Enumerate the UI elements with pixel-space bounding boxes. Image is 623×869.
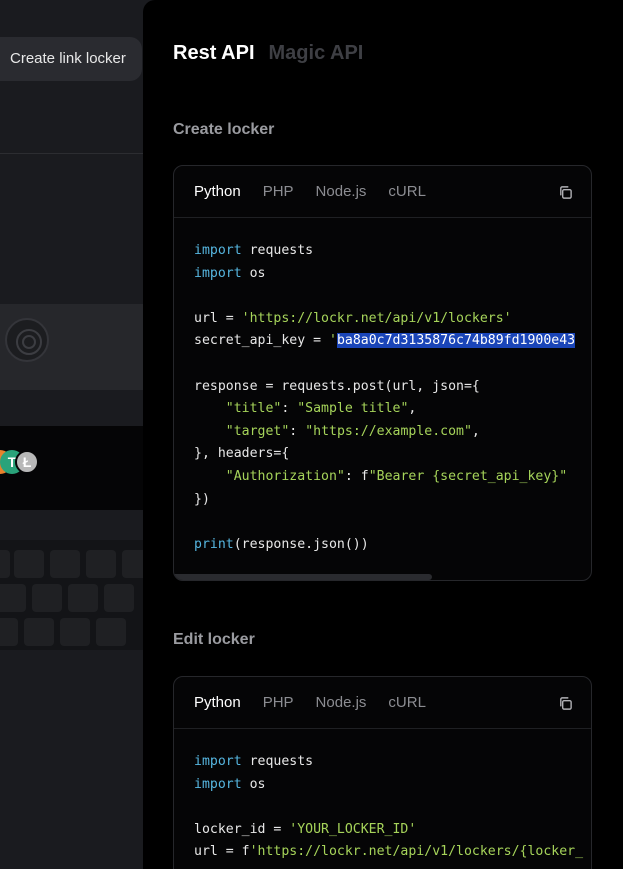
tab-curl[interactable]: cURL — [388, 183, 426, 200]
language-tabs: Python PHP Node.js cURL — [174, 166, 591, 218]
section-title-edit-locker: Edit locker — [173, 631, 255, 648]
tab-php[interactable]: PHP — [263, 694, 294, 711]
tab-rest-api[interactable]: Rest API — [173, 42, 255, 65]
copy-icon[interactable] — [558, 696, 573, 711]
create-link-locker-button[interactable]: Create link locker — [0, 37, 142, 81]
tab-php[interactable]: PHP — [263, 183, 294, 200]
language-tabs: Python PHP Node.js cURL — [174, 677, 591, 729]
tab-nodejs[interactable]: Node.js — [316, 694, 367, 711]
api-tabs: Rest API Magic API — [173, 42, 363, 65]
code-block[interactable]: import requests import os url = 'https:/… — [174, 218, 591, 556]
background-app: Create link locker T Ł — [0, 0, 160, 869]
tab-curl[interactable]: cURL — [388, 694, 426, 711]
code-card-create-locker: Python PHP Node.js cURL import requests … — [173, 165, 592, 581]
divider — [0, 153, 160, 154]
tab-python[interactable]: Python — [194, 183, 241, 200]
litecoin-icon: Ł — [15, 450, 39, 474]
code-card-edit-locker: Python PHP Node.js cURL import requests … — [173, 676, 592, 869]
copy-icon[interactable] — [558, 185, 573, 200]
keyboard-image — [0, 540, 160, 650]
tab-python[interactable]: Python — [194, 694, 241, 711]
horizontal-scrollbar[interactable] — [174, 574, 432, 580]
selected-api-key: ba8a0c7d3135876c74b89fd1900e43 — [336, 333, 576, 349]
api-panel: Rest API Magic API Create locker Python … — [143, 0, 623, 869]
code-block[interactable]: import requests import os locker_id = 'Y… — [174, 729, 591, 864]
section-title-create-locker: Create locker — [173, 121, 275, 138]
tab-magic-api[interactable]: Magic API — [269, 42, 364, 65]
fingerprint-icon — [5, 318, 49, 362]
tab-nodejs[interactable]: Node.js — [316, 183, 367, 200]
